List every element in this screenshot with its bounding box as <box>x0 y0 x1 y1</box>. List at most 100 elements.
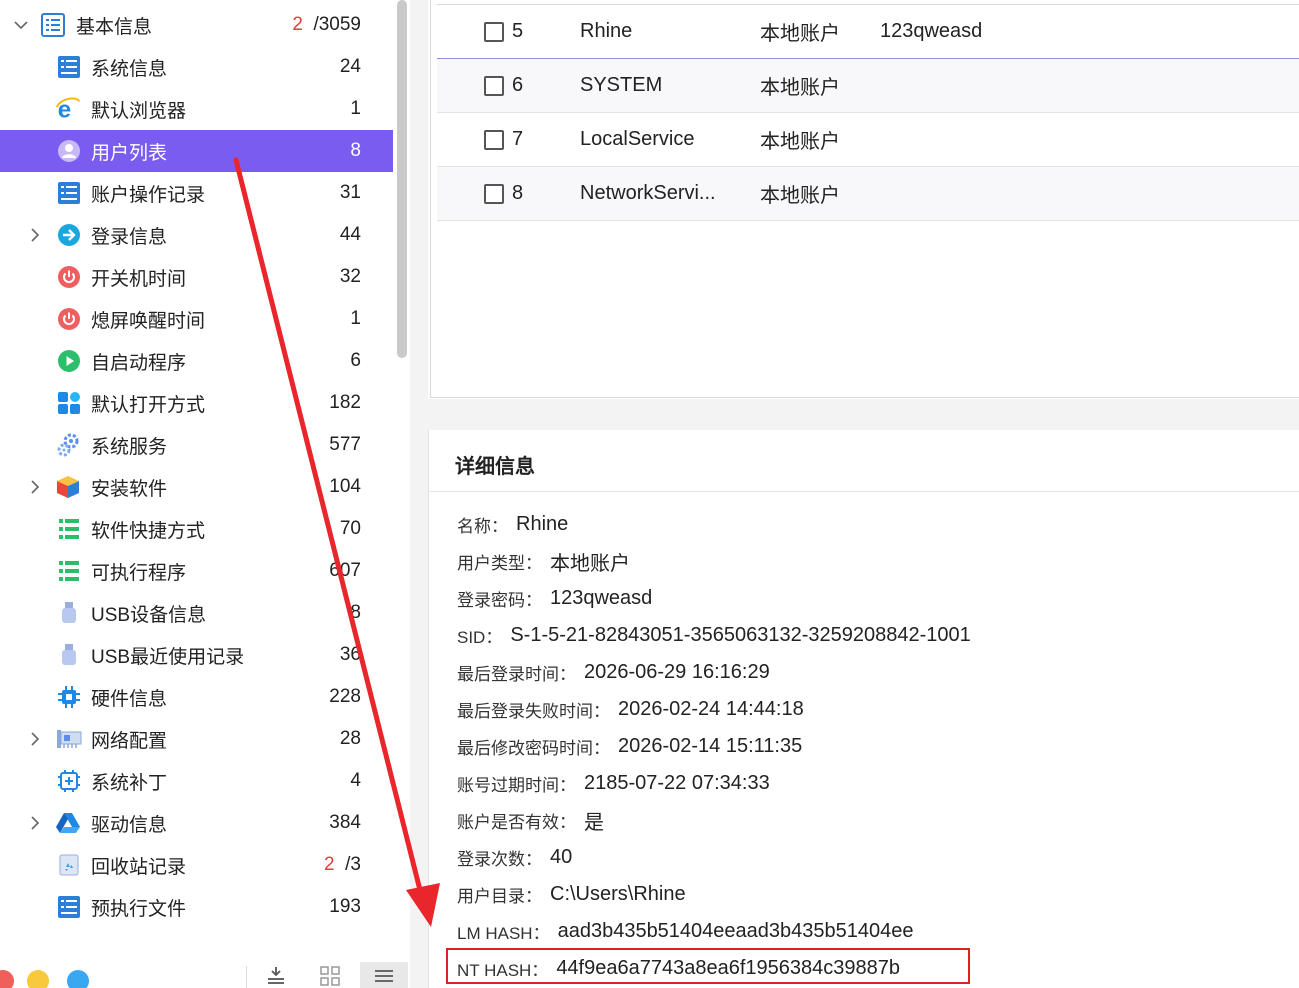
detail-title: 详细信息 <box>455 456 535 478</box>
cell-name: LocalService <box>580 128 695 150</box>
row-checkbox[interactable] <box>484 21 504 42</box>
detail-field-expiry: 账号过期时间： 2185-07-22 07:34:33 <box>457 768 770 798</box>
sidebar-item-software-shortcuts[interactable]: 软件快捷方式 70 <box>0 508 393 550</box>
table-row[interactable]: 7 LocalService 本地账户 <box>437 113 1299 167</box>
tree-root-basic-info[interactable]: 基本信息 2 /3059 <box>0 4 393 46</box>
sidebar-item-hardware-info[interactable]: 硬件信息 228 <box>0 676 393 718</box>
row-checkbox[interactable] <box>484 75 504 96</box>
sidebar-item-label: USB设备信息 <box>91 604 207 626</box>
list-doc-icon <box>40 12 66 38</box>
cell-type: 本地账户 <box>760 185 840 207</box>
field-value[interactable]: 40 <box>550 846 572 869</box>
sidebar-item-label: 默认浏览器 <box>91 100 187 122</box>
table-row[interactable]: 6 SYSTEM 本地账户 <box>437 59 1299 113</box>
sidebar-item-usb-recent[interactable]: USB最近使用记录 36 <box>0 634 393 676</box>
sidebar-item-label: 系统补丁 <box>91 772 168 794</box>
field-value[interactable]: 2185-07-22 07:34:33 <box>584 772 770 795</box>
cell-type: 本地账户 <box>760 23 840 45</box>
chevron-right-icon[interactable] <box>26 814 44 832</box>
field-key: 名称： <box>457 516 508 536</box>
sidebar-item-user-list[interactable]: 用户列表 8 <box>0 130 393 172</box>
sidebar-item-sleep-wake[interactable]: 熄屏唤醒时间 1 <box>0 298 393 340</box>
sidebar-item-executables[interactable]: 可执行程序 607 <box>0 550 393 592</box>
sidebar-item-label: 账户操作记录 <box>91 184 206 206</box>
chevron-right-icon[interactable] <box>26 730 44 748</box>
sidebar-item-label: 自启动程序 <box>91 352 187 374</box>
sidebar-item-recycle-bin[interactable]: 回收站记录 2 /3 <box>0 844 393 886</box>
login-arrow-icon <box>56 222 82 248</box>
sidebar-item-usb-devices[interactable]: USB设备信息 8 <box>0 592 393 634</box>
sidebar-item-count: 36 <box>339 644 361 665</box>
toolbar-divider <box>246 966 247 988</box>
detail-field-last-pwd-change: 最后修改密码时间： 2026-02-14 15:11:35 <box>457 731 802 761</box>
cell-index: 7 <box>512 128 524 150</box>
sidebar-item-prefetch[interactable]: 预执行文件 193 <box>0 886 393 928</box>
chevron-down-icon[interactable] <box>12 16 30 34</box>
field-value[interactable]: 123qweasd <box>550 587 652 610</box>
sidebar-item-count: 2 /3 <box>324 854 361 875</box>
sidebar-item-label: 开关机时间 <box>91 268 187 290</box>
nt-hash-highlight-box <box>446 948 970 984</box>
detail-field-user-dir: 用户目录： C:\Users\Rhine <box>457 879 686 909</box>
field-value[interactable]: Rhine <box>516 513 568 536</box>
sidebar-item-count: 607 <box>329 560 361 581</box>
sidebar-item-default-browser[interactable]: e 默认浏览器 1 <box>0 88 393 130</box>
row-checkbox[interactable] <box>484 183 504 204</box>
panel-divider[interactable] <box>410 0 428 988</box>
cell-name: NetworkServi... <box>580 182 716 204</box>
detail-field-lm-hash: LM HASH： aad3b435b51404eeaad3b435b51404ee <box>457 916 914 946</box>
cell-index: 5 <box>512 20 524 42</box>
sidebar-item-account-ops[interactable]: 账户操作记录 31 <box>0 172 393 214</box>
field-value[interactable]: S-1-5-21-82843051-3565063132-3259208842-… <box>510 624 970 647</box>
sidebar-item-drivers[interactable]: 驱动信息 384 <box>0 802 393 844</box>
sidebar-item-login-info[interactable]: 登录信息 44 <box>0 214 393 256</box>
list-view-icon[interactable] <box>360 962 408 988</box>
detail-field-password: 登录密码： 123qweasd <box>457 583 652 613</box>
sidebar-item-label: 登录信息 <box>91 226 168 248</box>
field-value[interactable]: aad3b435b51404eeaad3b435b51404ee <box>558 920 914 943</box>
green-list-icon <box>56 558 82 584</box>
detail-field-last-failed-login: 最后登录失败时间： 2026-02-24 14:44:18 <box>457 694 804 724</box>
chevron-right-icon[interactable] <box>26 478 44 496</box>
sidebar-item-system-patches[interactable]: 系统补丁 4 <box>0 760 393 802</box>
sidebar-item-count: 44 <box>339 224 361 245</box>
sidebar-item-system-info[interactable]: 系统信息 24 <box>0 46 393 88</box>
field-value[interactable]: 2026-06-29 16:16:29 <box>584 661 770 684</box>
table-row[interactable]: 8 NetworkServi... 本地账户 <box>437 167 1299 221</box>
sidebar-item-label: 硬件信息 <box>91 688 168 710</box>
field-value[interactable]: C:\Users\Rhine <box>550 883 686 906</box>
red-dot <box>0 970 14 988</box>
user-icon <box>56 138 82 164</box>
blue-dot <box>67 970 89 988</box>
sidebar-item-label: 熄屏唤醒时间 <box>91 310 206 332</box>
row-checkbox[interactable] <box>484 129 504 150</box>
sidebar-item-power-time[interactable]: 开关机时间 32 <box>0 256 393 298</box>
sidebar-scrollbar[interactable] <box>397 0 407 358</box>
doc-list-icon <box>56 54 82 80</box>
sidebar-item-network-config[interactable]: 网络配置 28 <box>0 718 393 760</box>
sidebar-item-count: 1 <box>350 308 361 329</box>
sidebar-item-label: USB最近使用记录 <box>91 646 245 668</box>
table-row[interactable]: 5 Rhine 本地账户 123qweasd <box>437 5 1299 59</box>
field-value[interactable]: 本地账户 <box>550 547 630 576</box>
field-value[interactable]: 2026-02-24 14:44:18 <box>618 698 804 721</box>
sidebar-item-count: 4 <box>350 770 361 791</box>
sidebar-item-label: 预执行文件 <box>91 898 187 920</box>
sidebar-item-installed-software[interactable]: 安装软件 104 <box>0 466 393 508</box>
sidebar-item-label: 用户列表 <box>91 142 168 164</box>
collapse-icon[interactable] <box>256 962 296 988</box>
play-icon <box>56 348 82 374</box>
power-icon <box>56 264 82 290</box>
sidebar-item-default-open[interactable]: 默认打开方式 182 <box>0 382 393 424</box>
ie-browser-icon: e <box>55 96 81 123</box>
sidebar-item-autostart[interactable]: 自启动程序 6 <box>0 340 393 382</box>
sidebar-item-system-services[interactable]: 系统服务 577 <box>0 424 393 466</box>
grid-view-icon[interactable] <box>310 962 350 988</box>
sidebar-item-count: 24 <box>339 56 361 77</box>
field-value[interactable]: 2026-02-14 15:11:35 <box>618 735 802 758</box>
sidebar-item-count: 70 <box>339 518 361 539</box>
drive-triangle-icon <box>55 810 81 836</box>
field-key: 登录密码： <box>457 590 542 610</box>
field-value[interactable]: 是 <box>584 806 604 835</box>
chevron-right-icon[interactable] <box>26 226 44 244</box>
